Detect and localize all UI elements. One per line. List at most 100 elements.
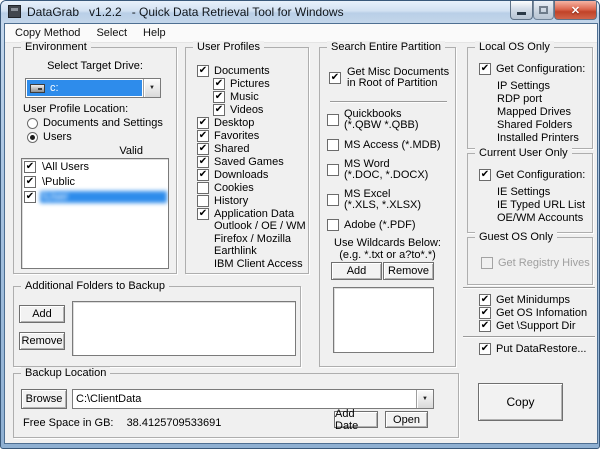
user-profile-checkbox[interactable]: ✔ Saved Games: [197, 155, 307, 168]
filetype-list: Quickbooks (*.QBW *.QBB) MS Access (*.MDB)…: [327, 109, 455, 231]
checkbox-icon[interactable]: ✔: [24, 175, 36, 188]
extra-option-checkbox[interactable]: ✔ Get \Support Dir: [479, 319, 587, 332]
checkbox-icon[interactable]: ✔: [197, 155, 209, 168]
user-profile-label: Videos: [230, 103, 264, 116]
checkbox-icon[interactable]: [327, 114, 339, 126]
copy-button[interactable]: Copy: [478, 383, 563, 421]
user-profile-label: Saved Games: [214, 155, 284, 168]
checkbox-icon[interactable]: ✔: [213, 103, 225, 116]
menu-select[interactable]: Select: [88, 24, 135, 43]
filetype-checkbox[interactable]: Quickbooks (*.QBW *.QBB): [327, 109, 455, 131]
right-separator-1: [463, 287, 595, 289]
profile-list-item[interactable]: ✔ \User: [22, 189, 168, 204]
checkbox-icon[interactable]: ✔: [479, 319, 491, 332]
radio-icon[interactable]: [27, 131, 38, 143]
profile-location-radio-option[interactable]: Users: [27, 130, 163, 144]
checkbox-icon[interactable]: ✔: [197, 207, 209, 220]
filetype-label: MS Word (*.DOC, *.DOCX): [344, 158, 429, 181]
minimize-button[interactable]: [510, 1, 533, 20]
local-get-config-checkbox[interactable]: ✔ Get Configuration:: [479, 63, 585, 75]
target-drive-selected[interactable]: c:: [27, 80, 142, 96]
checkbox-icon[interactable]: ✔: [479, 293, 491, 306]
checkbox-icon[interactable]: ✔: [24, 190, 36, 203]
misc-documents-checkbox[interactable]: ✔ Get Misc Documents in Root of Partitio…: [329, 67, 451, 89]
close-button[interactable]: ✕: [554, 1, 597, 20]
user-profile-checkbox[interactable]: ✔ Downloads: [197, 168, 307, 181]
target-drive-dropdown-button[interactable]: ▼: [143, 79, 160, 97]
checkbox-icon[interactable]: [197, 181, 209, 194]
extra-option-checkbox[interactable]: ✔ Get Minidumps: [479, 293, 587, 306]
extra-option-checkbox[interactable]: ✔ Get OS Infomation: [479, 306, 587, 319]
checkbox-icon[interactable]: ✔: [213, 90, 225, 103]
current-get-config-checkbox[interactable]: ✔ Get Configuration:: [479, 169, 585, 181]
user-profile-checkbox[interactable]: Cookies: [197, 181, 307, 194]
target-drive-combo[interactable]: c: ▼: [25, 78, 161, 98]
user-profile-checkbox[interactable]: ✔ Application Data: [197, 207, 307, 220]
radio-icon[interactable]: [27, 117, 38, 129]
maximize-button[interactable]: [533, 1, 554, 20]
target-drive-label: Select Target Drive:: [47, 60, 143, 72]
user-profile-checkbox[interactable]: ✔ Music: [213, 90, 307, 103]
user-profile-checkbox[interactable]: ✔ Shared: [197, 142, 307, 155]
backup-path-field[interactable]: C:\ClientData: [73, 390, 416, 408]
user-profile-checkbox[interactable]: ✔ Favorites: [197, 129, 307, 142]
checkbox-icon[interactable]: ✔: [479, 306, 491, 319]
user-profile-checkbox[interactable]: ✔ Pictures: [213, 77, 307, 90]
backup-path-combo[interactable]: C:\ClientData ▼: [72, 389, 434, 409]
user-profile-checkbox[interactable]: ✔ Documents: [197, 64, 307, 77]
backup-path-dropdown-button[interactable]: ▼: [416, 390, 433, 408]
menu-help[interactable]: Help: [135, 24, 174, 43]
menu-copy-method[interactable]: Copy Method: [7, 24, 88, 43]
checkbox-icon[interactable]: ✔: [197, 64, 209, 77]
maximize-icon: [539, 6, 548, 14]
free-space-label: Free Space in GB:: [23, 417, 114, 429]
profile-list-item[interactable]: ✔ \Public: [22, 174, 168, 189]
filetype-checkbox[interactable]: MS Access (*.MDB): [327, 139, 455, 151]
checkbox-icon[interactable]: ✔: [197, 129, 209, 142]
additional-folders-list[interactable]: [72, 301, 296, 356]
profile-location-radio-option[interactable]: Documents and Settings: [27, 116, 163, 130]
checkbox-icon[interactable]: ✔: [197, 116, 209, 129]
checkbox-icon[interactable]: ✔: [479, 169, 491, 181]
extra-option-label: Get OS Infomation: [496, 306, 588, 319]
profile-location-radios: Documents and Settings Users: [27, 116, 163, 144]
put-datarestore-checkbox[interactable]: ✔ Put DataRestore...: [479, 343, 587, 355]
filetype-checkbox[interactable]: MS Excel (*.XLS, *.XLSX): [327, 189, 455, 211]
user-profile-checkbox[interactable]: History: [197, 194, 307, 207]
checkbox-icon[interactable]: ✔: [329, 72, 341, 84]
additional-remove-button[interactable]: Remove: [19, 332, 65, 350]
checkbox-icon[interactable]: ✔: [197, 142, 209, 155]
user-profile-checkbox[interactable]: ✔ Desktop: [197, 116, 307, 129]
wildcard-remove-button[interactable]: Remove: [383, 262, 434, 280]
right-separator-2: [463, 336, 595, 338]
guest-registry-hives-checkbox[interactable]: Get Registry Hives: [481, 257, 590, 269]
checkbox-icon[interactable]: [481, 257, 493, 269]
local-os-item: Installed Printers: [497, 131, 579, 144]
filetype-label: Adobe (*.PDF): [344, 218, 416, 231]
open-button[interactable]: Open: [385, 411, 428, 428]
minimize-icon: [517, 12, 526, 15]
browse-button[interactable]: Browse: [21, 389, 67, 409]
valid-profiles-list[interactable]: ✔ \All Users ✔ \Public ✔ \User: [21, 158, 169, 269]
checkbox-icon[interactable]: [327, 139, 339, 151]
checkbox-icon[interactable]: [327, 219, 339, 231]
checkbox-icon[interactable]: ✔: [213, 77, 225, 90]
add-date-button[interactable]: Add Date: [334, 408, 378, 432]
checkbox-icon[interactable]: ✔: [479, 343, 491, 355]
user-profile-checkbox[interactable]: ✔ Videos: [213, 103, 307, 116]
checkbox-icon[interactable]: ✔: [24, 160, 36, 173]
wildcard-add-button[interactable]: Add: [331, 262, 382, 280]
checkbox-icon[interactable]: [327, 194, 339, 206]
wildcard-list[interactable]: [333, 287, 434, 353]
filetype-checkbox[interactable]: Adobe (*.PDF): [327, 219, 455, 231]
search-partition-title: Search Entire Partition: [327, 41, 446, 53]
profile-list-item-label: \User: [40, 190, 167, 203]
additional-add-button[interactable]: Add: [19, 305, 65, 323]
profile-list-item[interactable]: ✔ \All Users: [22, 159, 168, 174]
checkbox-icon[interactable]: ✔: [197, 168, 209, 181]
checkbox-icon[interactable]: ✔: [479, 63, 491, 75]
checkbox-icon[interactable]: [197, 194, 209, 207]
filetype-checkbox[interactable]: MS Word (*.DOC, *.DOCX): [327, 159, 455, 181]
checkbox-icon[interactable]: [327, 164, 339, 176]
current-user-item: OE/WM Accounts: [497, 211, 584, 224]
